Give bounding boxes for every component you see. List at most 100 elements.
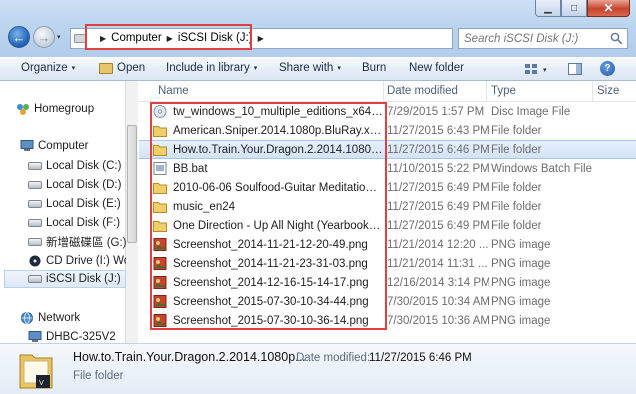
file-type: PNG image — [491, 314, 551, 327]
file-type: PNG image — [491, 276, 551, 289]
sidebar-item-label: Computer — [38, 140, 89, 152]
navigation-pane: Homegroup Computer Local Disk (C:) Local… — [0, 81, 127, 343]
file-date: 11/27/2015 6:46 PM — [387, 143, 489, 156]
sidebar-item-label: iSCSI Disk (J:) — [46, 273, 121, 285]
computer-icon — [28, 331, 42, 342]
column-date-modified[interactable]: Date modified — [387, 85, 458, 97]
folder-thumbnail-icon: V — [19, 354, 53, 389]
sidebar-item-label: Local Disk (D:) — [46, 179, 122, 191]
file-type: Disc Image File — [491, 105, 571, 118]
file-list-highlight-box — [150, 102, 387, 330]
file-type: File folder — [491, 200, 542, 213]
file-date: 11/27/2015 6:49 PM — [387, 181, 489, 194]
chevron-down-icon[interactable]: ▾ — [543, 66, 547, 74]
sidebar-item-homegroup[interactable]: Homegroup — [16, 100, 140, 118]
file-type: PNG image — [491, 238, 551, 251]
minimize-button[interactable]: ▁ — [535, 0, 561, 17]
command-bar: Organize ▾ Open Include in library ▾ Sha… — [0, 57, 636, 81]
column-divider[interactable] — [592, 81, 593, 102]
navigation-scrollbar[interactable] — [126, 81, 138, 343]
computer-icon — [20, 140, 34, 151]
window-controls: ▁ □ ✕ — [535, 0, 630, 17]
burn-button[interactable]: Burn — [362, 62, 386, 74]
close-button[interactable]: ✕ — [587, 0, 630, 17]
new-folder-button[interactable]: New folder — [409, 62, 464, 74]
drive-icon — [28, 200, 42, 208]
drive-icon — [28, 181, 42, 189]
file-type: PNG image — [491, 257, 551, 270]
sidebar-item-label: Homegroup — [34, 103, 95, 115]
sidebar-item-cd-drive-i[interactable]: CD Drive (I:) Wor — [28, 252, 126, 270]
burn-label: Burn — [362, 62, 387, 74]
column-divider[interactable] — [383, 81, 384, 102]
sidebar-item-label: CD Drive (I:) Wor — [46, 255, 126, 267]
sidebar-item-label: DHBC-325V2 — [46, 331, 116, 343]
sidebar-item-label: Network — [38, 312, 81, 324]
detail-file-name: How.to.Train.Your.Dragon.2.2014.1080p... — [73, 350, 306, 364]
chevron-down-icon: ▾ — [337, 65, 341, 72]
change-view-icon[interactable] — [524, 63, 538, 75]
open-label: Open — [117, 62, 146, 74]
breadcrumb-separator[interactable]: ▶ — [258, 34, 264, 43]
file-type: PNG image — [491, 295, 551, 308]
drive-icon — [28, 238, 42, 246]
file-date: 7/30/2015 10:36 AM — [387, 314, 489, 327]
file-type: File folder — [491, 124, 542, 137]
file-type: File folder — [491, 143, 542, 156]
sidebar-item-iscsi-disk-j[interactable]: iSCSI Disk (J:) — [4, 270, 126, 288]
column-divider[interactable] — [486, 81, 487, 102]
file-date: 11/27/2015 6:49 PM — [387, 200, 489, 213]
file-date: 11/27/2015 6:43 PM — [387, 124, 489, 137]
open-icon — [99, 62, 113, 74]
maximize-button[interactable]: □ — [561, 0, 587, 17]
file-date: 11/27/2015 6:49 PM — [387, 219, 489, 232]
svg-text:V: V — [39, 379, 44, 387]
file-date: 11/10/2015 5:22 PM — [387, 162, 489, 175]
cd-drive-icon — [29, 255, 41, 267]
scrollbar-thumb[interactable] — [127, 125, 137, 243]
chevron-down-icon: ▾ — [253, 65, 258, 72]
help-button[interactable]: ? — [600, 61, 615, 76]
sidebar-item-label: Local Disk (F:) — [46, 217, 121, 229]
open-button[interactable]: Open — [99, 62, 145, 74]
file-type: File folder — [491, 219, 542, 232]
organize-label: Organize — [21, 62, 68, 74]
search-icon[interactable] — [610, 32, 623, 45]
include-label: Include in library — [166, 62, 250, 74]
search-box[interactable] — [458, 28, 628, 49]
detail-date-value: 11/27/2015 6:46 PM — [369, 352, 472, 364]
new-folder-label: New folder — [409, 62, 464, 74]
organize-button[interactable]: Organize ▾ — [21, 62, 75, 74]
details-pane: V How.to.Train.Your.Dragon.2.2014.1080p.… — [0, 343, 636, 394]
sidebar-item-label: 新增磁碟區 (G:) — [46, 237, 127, 249]
file-date: 11/21/2014 12:20 ... — [387, 238, 489, 251]
back-button[interactable]: ← — [8, 26, 30, 48]
detail-file-type: File folder — [73, 370, 124, 382]
forward-button[interactable]: → — [33, 26, 55, 48]
preview-pane-icon[interactable] — [568, 63, 582, 75]
sidebar-item-label: Local Disk (C:) — [46, 160, 122, 172]
file-date: 11/21/2014 11:31 ... — [387, 257, 488, 270]
file-type: Windows Batch File — [491, 162, 592, 175]
detail-date-label: Date modified: — [296, 352, 371, 364]
network-icon — [21, 312, 33, 324]
column-name[interactable]: Name — [158, 85, 189, 97]
recent-pages-dropdown[interactable]: ▾ — [57, 33, 65, 41]
homegroup-icon — [17, 104, 29, 115]
include-in-library-button[interactable]: Include in library ▾ — [166, 62, 257, 74]
column-header-row: ︿ Name Date modified Type Size — [139, 81, 636, 102]
sidebar-item-label: Local Disk (E:) — [46, 198, 121, 210]
column-size[interactable]: Size — [597, 85, 619, 97]
address-highlight-box — [85, 24, 252, 50]
file-type: File folder — [491, 181, 542, 194]
column-type[interactable]: Type — [491, 85, 516, 97]
file-date: 7/29/2015 1:57 PM — [387, 105, 485, 118]
file-date: 7/30/2015 10:34 AM — [387, 295, 489, 308]
drive-icon — [28, 162, 42, 170]
share-label: Share with — [279, 62, 334, 74]
drive-icon — [28, 275, 42, 283]
chevron-down-icon: ▾ — [71, 65, 76, 72]
file-date: 12/16/2014 3:14 PM — [387, 276, 489, 289]
search-input[interactable] — [464, 31, 604, 46]
share-with-button[interactable]: Share with ▾ — [279, 62, 341, 74]
